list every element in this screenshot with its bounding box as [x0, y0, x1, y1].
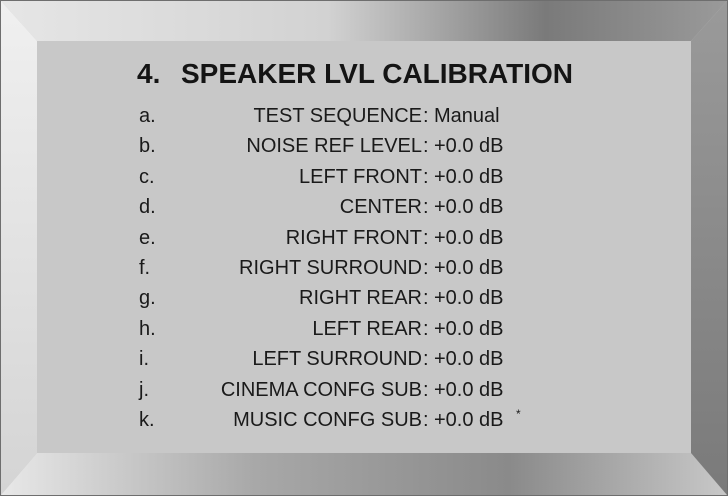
- menu-item-letter: i.: [139, 348, 149, 371]
- menu-item-separator: :: [423, 378, 429, 401]
- menu-item-letter: g.: [139, 287, 156, 310]
- menu-title-text: SPEAKER LVL CALIBRATION: [181, 58, 574, 89]
- menu-item-separator: :: [423, 287, 429, 310]
- menu-item-separator: :: [423, 409, 429, 431]
- menu-item[interactable]: a. TEST SEQUENCE: Manual: [1, 105, 727, 135]
- menu-item-letter: a.: [139, 105, 156, 127]
- menu-item-label: LEFT SURROUND: [252, 348, 422, 371]
- menu-item-label: RIGHT SURROUND: [239, 257, 422, 279]
- menu-item-letter: e.: [139, 226, 156, 249]
- menu-item-letter: j.: [139, 378, 149, 401]
- menu-item-value: +0.0 dB: [434, 165, 504, 188]
- menu-item-label: TEST SEQUENCE: [253, 105, 422, 127]
- menu-title: 4. SPEAKER LVL CALIBRATION: [137, 58, 573, 90]
- menu-item-separator: :: [423, 226, 429, 249]
- menu-item-separator: :: [423, 105, 429, 127]
- menu-item-label: CINEMA CONFG SUB: [220, 378, 422, 401]
- menu-item[interactable]: e. RIGHT FRONT: +0.0 dB: [1, 227, 727, 257]
- menu-item-letter: b.: [139, 135, 156, 158]
- menu-item-separator: :: [423, 317, 429, 340]
- menu-item[interactable]: h. LEFT REAR: +0.0 dB: [1, 318, 727, 348]
- menu-item[interactable]: i. LEFT SURROUND: +0.0 dB: [1, 348, 727, 378]
- menu-item-value: +0.0 dB: [434, 226, 504, 249]
- menu-item-letter: k.: [139, 409, 155, 431]
- menu-item-letter: f.: [139, 257, 151, 279]
- menu-item-separator: :: [423, 165, 429, 188]
- menu-item-label: RIGHT REAR: [299, 287, 422, 310]
- menu-item-value: +0.0 dB: [434, 378, 504, 401]
- menu-item[interactable]: f. RIGHT SURROUND: +0.0 dB: [1, 257, 727, 287]
- menu-item-label: MUSIC CONFG SUB: [233, 409, 422, 431]
- menu-item-value: +0.0 dB: [434, 287, 504, 310]
- menu-item-footnote-mark: *: [516, 407, 521, 421]
- menu-item-label: CENTER: [339, 196, 422, 219]
- menu-item[interactable]: d. CENTER: +0.0 dB: [1, 196, 727, 226]
- menu-item-value: +0.0 dB: [434, 135, 504, 158]
- menu-item-letter: c.: [139, 165, 155, 188]
- osd-screen-frame: 4. SPEAKER LVL CALIBRATION a. TEST SEQUENC…: [0, 0, 728, 496]
- menu-item-value: +0.0 dB: [434, 257, 504, 279]
- menu-item[interactable]: j. CINEMA CONFG SUB: +0.0 dB: [1, 379, 727, 409]
- menu-item-value: +0.0 dB: [434, 409, 504, 431]
- menu-item[interactable]: g. RIGHT REAR: +0.0 dB: [1, 287, 727, 317]
- menu-number: 4.: [137, 58, 161, 89]
- menu-item[interactable]: b. NOISE REF LEVEL: +0.0 dB: [1, 135, 727, 165]
- menu-item-separator: :: [423, 135, 429, 158]
- menu-item-label: LEFT FRONT: [299, 165, 422, 188]
- menu-item-separator: :: [423, 257, 429, 279]
- menu-item-value: Manual: [434, 105, 500, 127]
- menu-item-value: +0.0 dB: [434, 196, 504, 219]
- menu-item-letter: d.: [139, 196, 156, 219]
- menu-item-separator: :: [423, 348, 429, 371]
- menu-item-label: RIGHT FRONT: [285, 226, 422, 249]
- menu-item[interactable]: c. LEFT FRONT: +0.0 dB: [1, 166, 727, 196]
- menu-item-label: LEFT REAR: [312, 317, 422, 340]
- menu-item-value: +0.0 dB: [434, 348, 504, 371]
- menu-item-value: +0.0 dB: [434, 317, 504, 340]
- menu-item-letter: h.: [139, 317, 156, 340]
- menu-item-label: NOISE REF LEVEL: [246, 135, 422, 158]
- menu-item[interactable]: k. MUSIC CONFG SUB: +0.0 dB *: [1, 407, 727, 439]
- menu-item-separator: :: [423, 196, 429, 219]
